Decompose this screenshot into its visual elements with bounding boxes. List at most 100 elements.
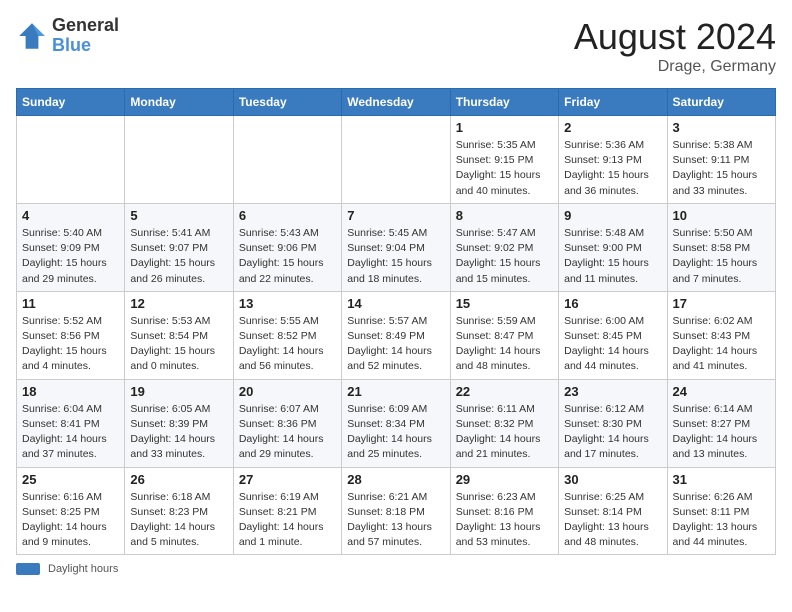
title-block: August 2024 Drage, Germany	[574, 16, 776, 76]
day-info: Sunrise: 6:11 AMSunset: 8:32 PMDaylight:…	[456, 402, 553, 463]
day-info: Sunrise: 6:12 AMSunset: 8:30 PMDaylight:…	[564, 402, 661, 463]
day-info: Sunrise: 6:04 AMSunset: 8:41 PMDaylight:…	[22, 402, 119, 463]
day-info: Sunrise: 5:59 AMSunset: 8:47 PMDaylight:…	[456, 314, 553, 375]
weekday-header-cell: Wednesday	[342, 89, 450, 116]
daylight-swatch	[16, 563, 40, 575]
day-info: Sunrise: 5:41 AMSunset: 9:07 PMDaylight:…	[130, 226, 227, 287]
weekday-header-cell: Saturday	[667, 89, 775, 116]
calendar-day-cell: 2 Sunrise: 5:36 AMSunset: 9:13 PMDaylight…	[559, 116, 667, 204]
calendar-day-cell: 10 Sunrise: 5:50 AMSunset: 8:58 PMDayligh…	[667, 203, 775, 291]
day-number: 9	[564, 208, 661, 223]
calendar-day-cell	[17, 116, 125, 204]
day-number: 8	[456, 208, 553, 223]
day-number: 4	[22, 208, 119, 223]
calendar-week-row: 1 Sunrise: 5:35 AMSunset: 9:15 PMDaylight…	[17, 116, 776, 204]
day-number: 18	[22, 384, 119, 399]
day-info: Sunrise: 6:00 AMSunset: 8:45 PMDaylight:…	[564, 314, 661, 375]
calendar-day-cell: 17 Sunrise: 6:02 AMSunset: 8:43 PMDayligh…	[667, 291, 775, 379]
daylight-label: Daylight hours	[48, 563, 118, 575]
calendar-day-cell	[233, 116, 341, 204]
calendar-day-cell: 13Sunrise: 5:55 AMSunset: 8:52 PMDayligh…	[233, 291, 341, 379]
day-number: 25	[22, 472, 119, 487]
weekday-header-cell: Monday	[125, 89, 233, 116]
day-number: 11	[22, 296, 119, 311]
logo-icon	[16, 20, 48, 52]
day-info: Sunrise: 5:57 AMSunset: 8:49 PMDaylight:…	[347, 314, 444, 375]
day-number: 2	[564, 120, 661, 135]
calendar-day-cell: 22Sunrise: 6:11 AMSunset: 8:32 PMDayligh…	[450, 379, 558, 467]
day-info: Sunrise: 6:21 AMSunset: 8:18 PMDaylight:…	[347, 490, 444, 551]
calendar-day-cell: 20Sunrise: 6:07 AMSunset: 8:36 PMDayligh…	[233, 379, 341, 467]
calendar-day-cell: 25 Sunrise: 6:16 AMSunset: 8:25 PMDayligh…	[17, 467, 125, 555]
day-info: Sunrise: 5:50 AMSunset: 8:58 PMDaylight:…	[673, 226, 770, 287]
day-number: 15	[456, 296, 553, 311]
calendar-week-row: 18 Sunrise: 6:04 AMSunset: 8:41 PMDayligh…	[17, 379, 776, 467]
weekday-header-cell: Thursday	[450, 89, 558, 116]
day-number: 12	[130, 296, 227, 311]
day-number: 26	[130, 472, 227, 487]
calendar-day-cell: 21 Sunrise: 6:09 AMSunset: 8:34 PMDayligh…	[342, 379, 450, 467]
calendar-day-cell: 27 Sunrise: 6:19 AMSunset: 8:21 PMDayligh…	[233, 467, 341, 555]
calendar-week-row: 25 Sunrise: 6:16 AMSunset: 8:25 PMDayligh…	[17, 467, 776, 555]
day-number: 7	[347, 208, 444, 223]
day-number: 10	[673, 208, 770, 223]
weekday-header-cell: Sunday	[17, 89, 125, 116]
page-header: General Blue August 2024 Drage, Germany	[16, 16, 776, 76]
calendar-day-cell: 18 Sunrise: 6:04 AMSunset: 8:41 PMDayligh…	[17, 379, 125, 467]
day-number: 23	[564, 384, 661, 399]
day-number: 24	[673, 384, 770, 399]
day-info: Sunrise: 5:36 AMSunset: 9:13 PMDaylight:…	[564, 138, 661, 199]
calendar-day-cell: 1 Sunrise: 5:35 AMSunset: 9:15 PMDaylight…	[450, 116, 558, 204]
day-info: Sunrise: 5:52 AMSunset: 8:56 PMDaylight:…	[22, 314, 119, 375]
calendar-week-row: 11 Sunrise: 5:52 AMSunset: 8:56 PMDayligh…	[17, 291, 776, 379]
calendar-day-cell: 7 Sunrise: 5:45 AMSunset: 9:04 PMDaylight…	[342, 203, 450, 291]
day-info: Sunrise: 6:26 AMSunset: 8:11 PMDaylight:…	[673, 490, 770, 551]
day-number: 16	[564, 296, 661, 311]
location: Drage, Germany	[574, 58, 776, 76]
calendar-body: 1 Sunrise: 5:35 AMSunset: 9:15 PMDaylight…	[17, 116, 776, 555]
day-info: Sunrise: 6:16 AMSunset: 8:25 PMDaylight:…	[22, 490, 119, 551]
day-info: Sunrise: 5:48 AMSunset: 9:00 PMDaylight:…	[564, 226, 661, 287]
calendar-day-cell: 23 Sunrise: 6:12 AMSunset: 8:30 PMDayligh…	[559, 379, 667, 467]
day-info: Sunrise: 5:38 AMSunset: 9:11 PMDaylight:…	[673, 138, 770, 199]
day-info: Sunrise: 6:02 AMSunset: 8:43 PMDaylight:…	[673, 314, 770, 375]
day-info: Sunrise: 5:45 AMSunset: 9:04 PMDaylight:…	[347, 226, 444, 287]
day-number: 5	[130, 208, 227, 223]
day-number: 21	[347, 384, 444, 399]
day-number: 17	[673, 296, 770, 311]
calendar-day-cell: 30Sunrise: 6:25 AMSunset: 8:14 PMDayligh…	[559, 467, 667, 555]
day-number: 27	[239, 472, 336, 487]
calendar-day-cell: 11 Sunrise: 5:52 AMSunset: 8:56 PMDayligh…	[17, 291, 125, 379]
day-info: Sunrise: 6:19 AMSunset: 8:21 PMDaylight:…	[239, 490, 336, 551]
calendar-week-row: 4Sunrise: 5:40 AMSunset: 9:09 PMDaylight…	[17, 203, 776, 291]
calendar-day-cell: 14 Sunrise: 5:57 AMSunset: 8:49 PMDayligh…	[342, 291, 450, 379]
day-number: 20	[239, 384, 336, 399]
day-info: Sunrise: 5:47 AMSunset: 9:02 PMDaylight:…	[456, 226, 553, 287]
day-info: Sunrise: 5:53 AMSunset: 8:54 PMDaylight:…	[130, 314, 227, 375]
day-number: 19	[130, 384, 227, 399]
weekday-header-cell: Tuesday	[233, 89, 341, 116]
month-title: August 2024	[574, 16, 776, 58]
calendar-day-cell	[342, 116, 450, 204]
calendar-day-cell: 29Sunrise: 6:23 AMSunset: 8:16 PMDayligh…	[450, 467, 558, 555]
day-number: 1	[456, 120, 553, 135]
weekday-header-row: SundayMondayTuesdayWednesdayThursdayFrid…	[17, 89, 776, 116]
calendar-day-cell: 9 Sunrise: 5:48 AMSunset: 9:00 PMDaylight…	[559, 203, 667, 291]
weekday-header-cell: Friday	[559, 89, 667, 116]
footer: Daylight hours	[16, 563, 776, 575]
day-info: Sunrise: 5:35 AMSunset: 9:15 PMDaylight:…	[456, 138, 553, 199]
day-number: 29	[456, 472, 553, 487]
calendar-day-cell: 24Sunrise: 6:14 AMSunset: 8:27 PMDayligh…	[667, 379, 775, 467]
calendar-day-cell: 15 Sunrise: 5:59 AMSunset: 8:47 PMDayligh…	[450, 291, 558, 379]
day-info: Sunrise: 6:18 AMSunset: 8:23 PMDaylight:…	[130, 490, 227, 551]
day-number: 13	[239, 296, 336, 311]
day-number: 28	[347, 472, 444, 487]
day-info: Sunrise: 6:05 AMSunset: 8:39 PMDaylight:…	[130, 402, 227, 463]
day-number: 14	[347, 296, 444, 311]
calendar-day-cell: 28 Sunrise: 6:21 AMSunset: 8:18 PMDayligh…	[342, 467, 450, 555]
day-info: Sunrise: 6:09 AMSunset: 8:34 PMDaylight:…	[347, 402, 444, 463]
calendar-day-cell: 8 Sunrise: 5:47 AMSunset: 9:02 PMDaylight…	[450, 203, 558, 291]
calendar-day-cell: 5 Sunrise: 5:41 AMSunset: 9:07 PMDaylight…	[125, 203, 233, 291]
calendar-day-cell: 12 Sunrise: 5:53 AMSunset: 8:54 PMDayligh…	[125, 291, 233, 379]
day-number: 3	[673, 120, 770, 135]
